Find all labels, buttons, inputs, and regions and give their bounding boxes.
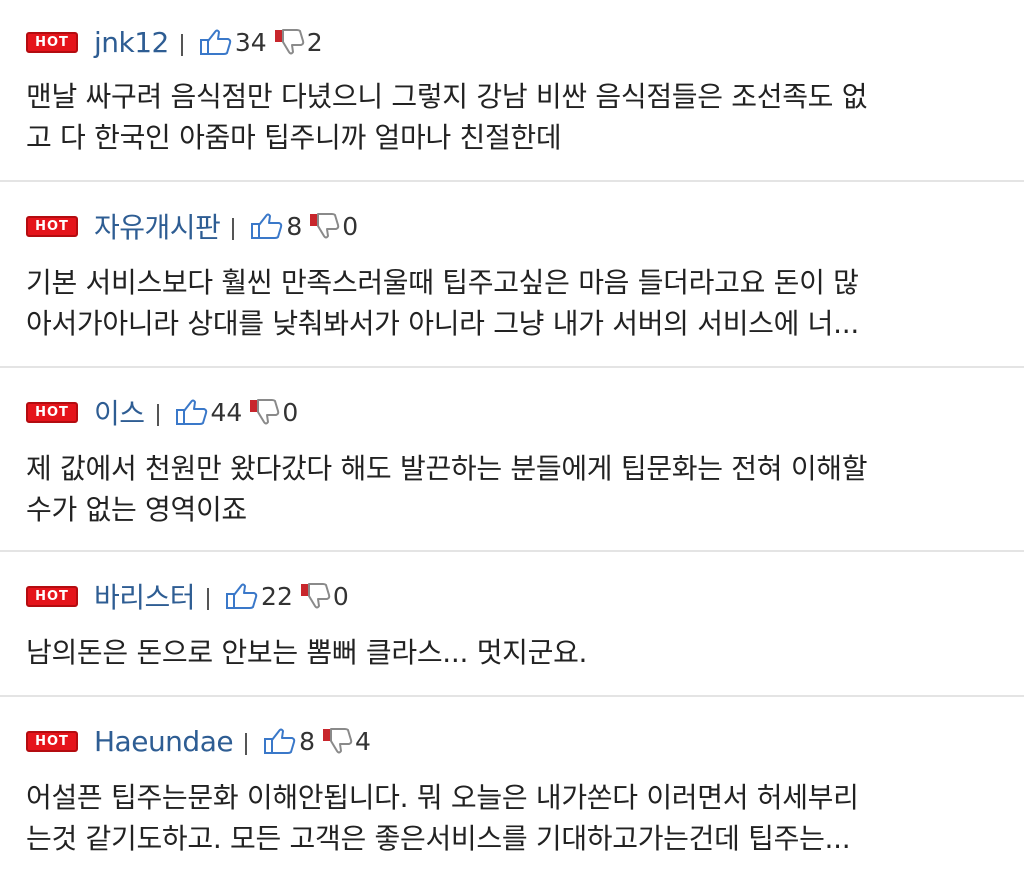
comment-line: 기본 서비스보다 훨씬 만족스러울때 팁주고싶은 마음 들더라고요 돈이 많 [26, 266, 859, 299]
dislike-count: 0 [342, 211, 359, 241]
meta-separator [207, 588, 210, 610]
comment-meta: HOT Haeundae 8 4 [26, 723, 998, 759]
comment-line: 수가 없는 영역이죠 [26, 493, 247, 526]
thumbs-down-icon [310, 213, 340, 239]
hot-badge: HOT [26, 730, 78, 752]
dislike-button[interactable]: 0 [299, 582, 349, 611]
thumbs-down-icon [323, 728, 353, 754]
dislike-button[interactable]: 0 [248, 398, 298, 427]
comment-line: 아서가아니라 상대를 낮춰봐서가 아니라 그냥 내가 서버의 서비스에 너... [26, 307, 859, 340]
comment-list: HOT jnk12 34 2 맨날 싸구려 음식점만 다녔으니 그렇지 강남 비… [0, 0, 1024, 881]
dislike-count: 4 [355, 726, 371, 756]
comment-text: 어설픈 팁주는문화 이해안됩니다. 뭐 오늘은 내가쏜다 이러면서 허세부리 는… [26, 777, 998, 859]
comment-item: HOT 바리스터 22 0 남의돈은 돈으로 안보는 뽐뻐 클라스... 멋지군… [0, 552, 1024, 697]
comment-item: HOT 자유개시판 8 0 기본 서비스보다 훨씬 만족스러울때 팁주고싶은 마… [0, 182, 1024, 368]
comment-nickname[interactable]: 이스 [94, 392, 145, 432]
comment-line: 제 값에서 천원만 왔다갔다 해도 발끈하는 분들에게 팁문화는 전혀 이해할 [26, 452, 868, 485]
like-count: 8 [286, 211, 303, 241]
thumbs-up-icon [264, 728, 296, 754]
dislike-count: 2 [306, 27, 323, 57]
dislike-count: 0 [332, 581, 349, 611]
comment-text: 남의돈은 돈으로 안보는 뽐뻐 클라스... 멋지군요. [26, 632, 998, 673]
dislike-button[interactable]: 0 [308, 212, 358, 241]
comment-line: 남의돈은 돈으로 안보는 뽐뻐 클라스... 멋지군요. [26, 636, 588, 669]
comment-item: HOT Haeundae 8 4 어설픈 팁주는문화 이해안됩니다. 뭐 오늘은… [0, 697, 1024, 881]
comment-nickname[interactable]: jnk12 [94, 26, 169, 59]
comment-item: HOT 이스 44 0 제 값에서 천원만 왔다갔다 해도 발끈하는 분들에게 … [0, 368, 1024, 552]
meta-separator [156, 404, 159, 426]
like-count: 34 [234, 27, 267, 57]
like-button[interactable]: 8 [263, 727, 315, 756]
hot-badge: HOT [26, 401, 78, 423]
thumbs-down-icon [250, 399, 280, 425]
like-button[interactable]: 34 [199, 28, 267, 57]
comment-nickname[interactable]: 바리스터 [94, 576, 196, 616]
comment-meta: HOT 이스 44 0 [26, 394, 998, 430]
comment-text: 기본 서비스보다 훨씬 만족스러울때 팁주고싶은 마음 들더라고요 돈이 많 아… [26, 262, 998, 344]
comment-line: 고 다 한국인 아줌마 팁주니까 얼마나 친절한데 [26, 121, 562, 154]
dislike-button[interactable]: 4 [321, 727, 371, 756]
comment-text: 제 값에서 천원만 왔다갔다 해도 발끈하는 분들에게 팁문화는 전혀 이해할 … [26, 448, 998, 530]
meta-separator [232, 218, 235, 240]
thumbs-up-icon [251, 213, 283, 239]
hot-badge: HOT [26, 215, 78, 237]
thumbs-up-icon [226, 583, 258, 609]
comment-meta: HOT jnk12 34 2 [26, 24, 998, 60]
comment-text: 맨날 싸구려 음식점만 다녔으니 그렇지 강남 비싼 음식점들은 조선족도 없 … [26, 76, 998, 158]
thumbs-up-icon [175, 399, 207, 425]
comment-nickname[interactable]: Haeundae [94, 725, 234, 758]
meta-separator [245, 733, 248, 755]
hot-badge: HOT [26, 585, 78, 607]
dislike-button[interactable]: 2 [273, 28, 323, 57]
meta-separator [180, 34, 183, 56]
like-button[interactable]: 22 [225, 582, 293, 611]
like-button[interactable]: 8 [250, 212, 302, 241]
comment-meta: HOT 바리스터 22 0 [26, 578, 998, 614]
comment-meta: HOT 자유개시판 8 0 [26, 208, 998, 244]
comment-line: 어설픈 팁주는문화 이해안됩니다. 뭐 오늘은 내가쏜다 이러면서 허세부리 [26, 781, 859, 814]
like-count: 44 [210, 397, 243, 427]
hot-badge: HOT [26, 31, 78, 53]
like-count: 8 [299, 726, 315, 756]
comment-line: 맨날 싸구려 음식점만 다녔으니 그렇지 강남 비싼 음식점들은 조선족도 없 [26, 80, 868, 113]
thumbs-down-icon [300, 583, 331, 609]
dislike-count: 0 [282, 397, 299, 427]
thumbs-up-icon [199, 29, 232, 55]
like-button[interactable]: 44 [175, 397, 243, 427]
thumbs-down-icon [274, 29, 304, 55]
comment-item: HOT jnk12 34 2 맨날 싸구려 음식점만 다녔으니 그렇지 강남 비… [0, 0, 1024, 182]
comment-line: 는것 같기도하고. 모든 고객은 좋은서비스를 기대하고가는건데 팁주는... [26, 822, 851, 855]
comment-nickname[interactable]: 자유개시판 [94, 206, 221, 246]
like-count: 22 [261, 581, 293, 611]
